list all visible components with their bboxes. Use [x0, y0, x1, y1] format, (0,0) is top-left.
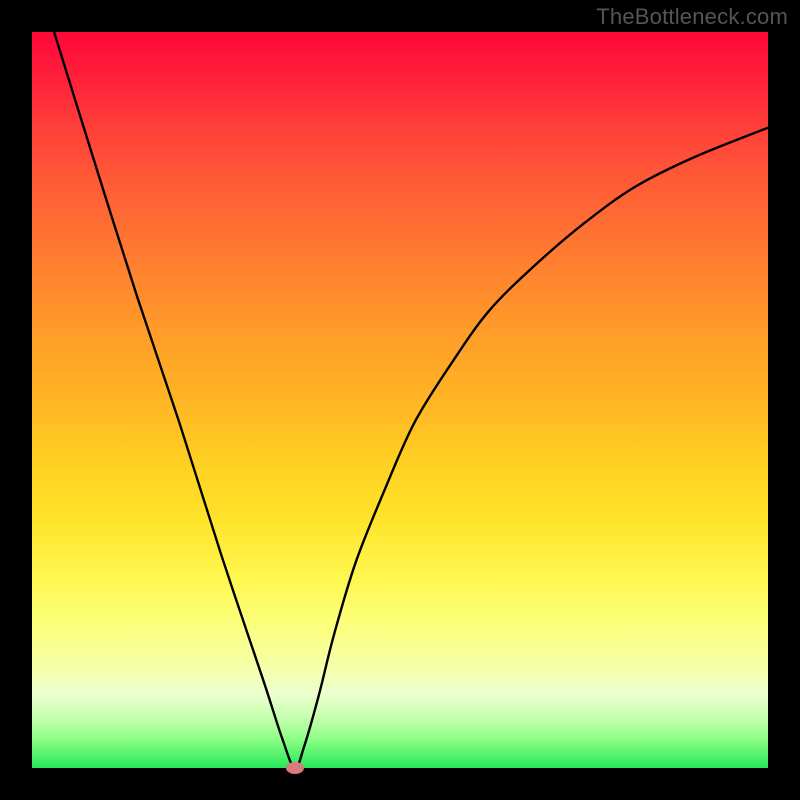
plot-area — [32, 32, 768, 768]
bottleneck-curve — [54, 32, 768, 768]
watermark-text: TheBottleneck.com — [596, 4, 788, 30]
chart-frame: TheBottleneck.com — [0, 0, 800, 800]
optimal-point-marker — [286, 762, 304, 774]
curve-svg — [32, 32, 768, 768]
